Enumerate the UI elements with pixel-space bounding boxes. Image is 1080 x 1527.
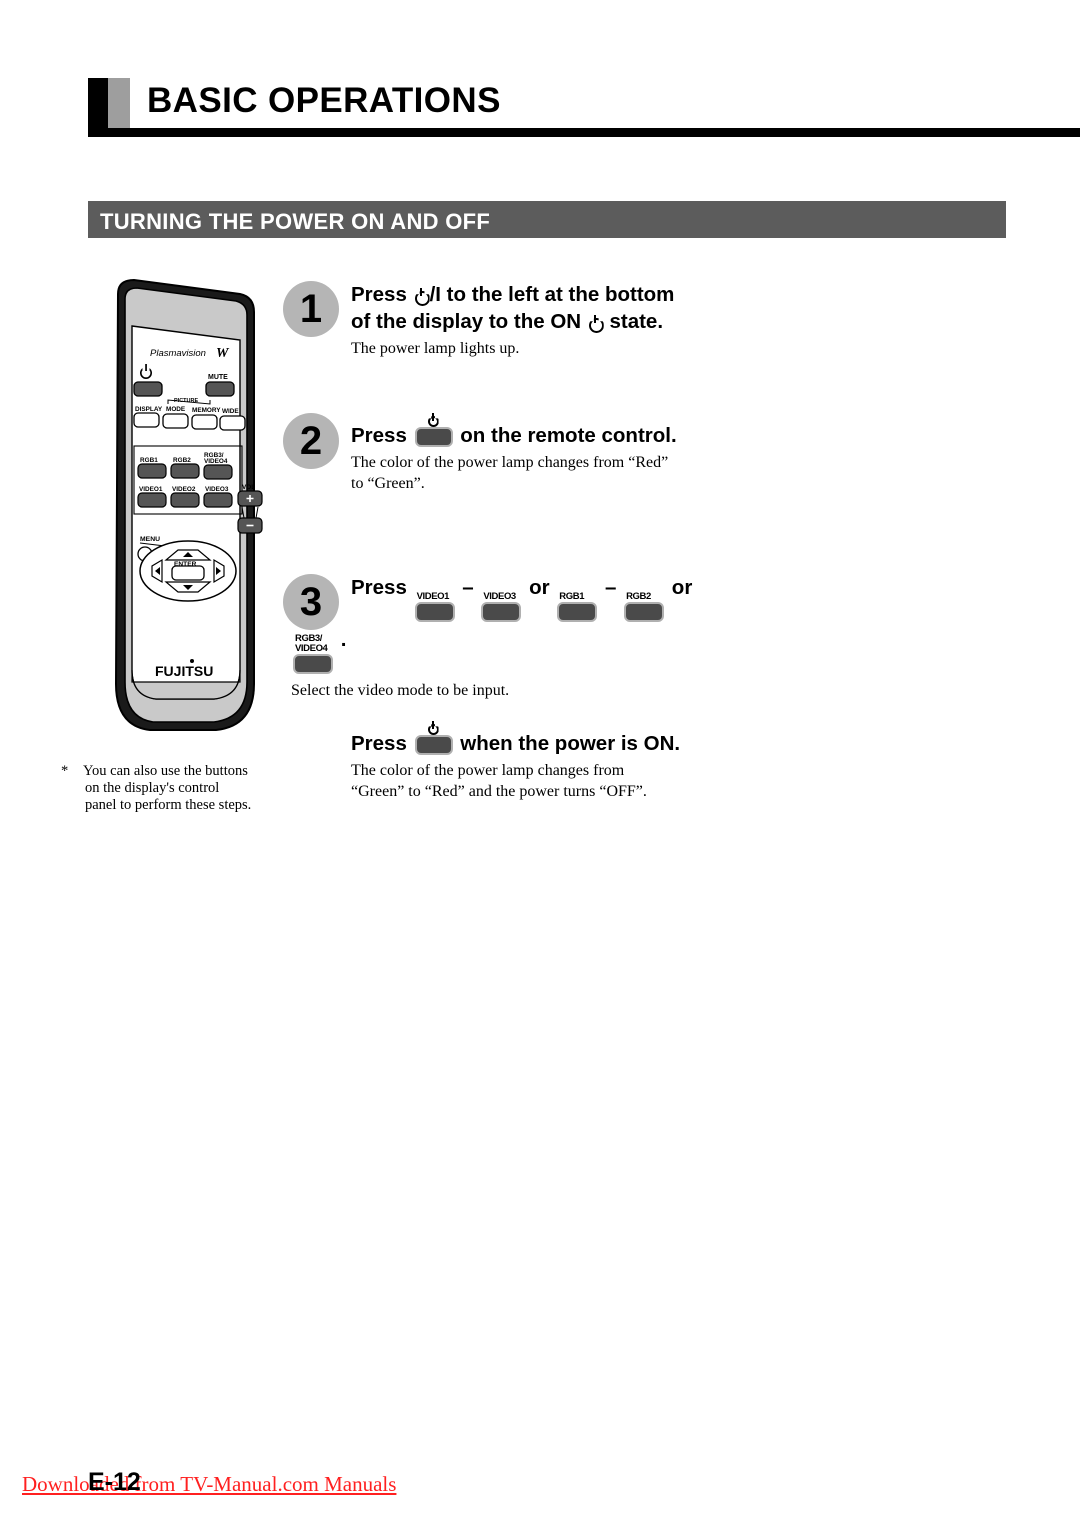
step-3-description: Select the video mode to be input.: [291, 682, 510, 699]
step-1: 1 Press /I to the left at the bottom of …: [283, 281, 1003, 391]
power-off-heading-press: Press: [351, 732, 407, 755]
header-black-tab: [88, 78, 108, 130]
step-2-description-line-2: to “Green”.: [351, 475, 425, 492]
step-3-heading-press: Press: [351, 576, 407, 599]
power-off-heading-tail: when the power is ON.: [460, 732, 681, 755]
remote-control-illustration: Plasmavision W MUTE PICTURE DISPLAY MODE…: [88, 278, 278, 738]
page-title: BASIC OPERATIONS: [147, 81, 501, 120]
keycap-shape: [414, 735, 453, 755]
remote-rgb1-key-graphic: RGB1: [557, 591, 598, 622]
power-symbol-icon: [415, 413, 453, 427]
keycap-shape: [481, 602, 522, 622]
footnote-control-panel: * You can also use the buttons on the dis…: [61, 763, 288, 814]
svg-text:VIDEO4: VIDEO4: [204, 458, 228, 465]
range-separator-2: –: [604, 576, 617, 599]
header-divider-rule: [88, 128, 1080, 137]
svg-text:WIDE: WIDE: [222, 408, 239, 415]
page-number: E-12: [88, 1468, 141, 1496]
svg-text:MUTE: MUTE: [208, 374, 228, 381]
or-word-2: or: [671, 576, 693, 599]
svg-text:W: W: [216, 346, 230, 361]
svg-text:MENU: MENU: [140, 536, 160, 543]
keycap-label: RGB2: [626, 591, 651, 602]
keycap-shape: [414, 602, 455, 622]
step-1-heading-line2a: of the display to the ON: [351, 310, 587, 333]
remote-rgb3-video4-key-graphic: RGB3/ VIDEO4: [293, 634, 333, 674]
keycap-label: RGB1: [559, 591, 585, 602]
remote-power-key-graphic: [414, 721, 453, 755]
step-2-heading: Press on the remote control.: [351, 413, 1003, 449]
footnote-line-1: You can also use the buttons: [83, 763, 248, 779]
or-word-1: or: [529, 576, 550, 599]
keycap-label-line-2: VIDEO4: [295, 643, 328, 654]
remote-brand-bottom: FUJITSU: [155, 663, 213, 679]
power-off-description-line-2: “Green” to “Red” and the power turns “OF…: [351, 783, 647, 800]
remote-video1-key-graphic: VIDEO1: [414, 591, 455, 622]
step-3: 3 Press VIDEO1 – VIDEO3 or RGB1 – RGB2 o…: [283, 574, 1003, 701]
step-1-description: The power lamp lights up.: [351, 340, 520, 357]
step-3-heading-line2: RGB3/ VIDEO4 .: [291, 626, 1003, 674]
remote-rgb2-key-graphic: RGB2: [624, 591, 665, 622]
step-3-period: .: [340, 628, 347, 651]
footnote-line-3: panel to perform these steps.: [85, 797, 252, 813]
step-1-heading: Press /I to the left at the bottom of th…: [351, 281, 1003, 335]
section-bar: TURNING THE POWER ON AND OFF: [88, 201, 1006, 238]
step-2-heading-press: Press: [351, 424, 407, 447]
step-2: 2 Press on the remote control. The color…: [283, 413, 1003, 548]
power-off-description-line-1: The color of the power lamp changes from: [351, 762, 625, 779]
keycap-shape: [557, 602, 598, 622]
svg-text:VIDEO1: VIDEO1: [139, 486, 163, 493]
step-2-heading-tail: on the remote control.: [460, 424, 677, 447]
remote-power-key-graphic: [414, 413, 453, 447]
header-gray-tab: [108, 78, 130, 128]
power-symbol-icon: [415, 721, 453, 735]
steps-list: 1 Press /I to the left at the bottom of …: [283, 281, 1003, 802]
svg-text:MEMORY: MEMORY: [192, 407, 221, 414]
power-off-block: Press when the power is ON. The color of…: [283, 721, 1003, 802]
step-1-heading-slash: /I to the left at the bottom: [429, 283, 675, 306]
keycap-shape: [414, 427, 453, 447]
step-1-heading-line2b: state.: [603, 310, 664, 333]
step-3-badge: 3: [283, 574, 339, 630]
step-3-heading: Press VIDEO1 – VIDEO3 or RGB1 – RGB2 or: [351, 574, 1003, 622]
svg-text:VOL: VOL: [242, 484, 255, 491]
svg-text:MODE: MODE: [166, 406, 186, 413]
footnote-line-2: on the display's control: [85, 780, 220, 796]
svg-text:DISPLAY: DISPLAY: [135, 406, 163, 413]
power-symbol-icon: [588, 315, 603, 330]
svg-text:PICTURE: PICTURE: [174, 398, 198, 404]
svg-text:VIDEO3: VIDEO3: [205, 486, 229, 493]
svg-text:RGB1: RGB1: [140, 457, 158, 464]
download-watermark[interactable]: Downloaded from TV-Manual.com Manuals: [22, 1472, 396, 1497]
step-1-badge: 1: [283, 281, 339, 337]
keycap-shape: [624, 602, 665, 622]
keycap-shape: [293, 654, 333, 674]
power-symbol-icon: [414, 288, 429, 303]
remote-brand-top: Plasmavision: [150, 348, 206, 359]
range-separator-1: –: [462, 576, 474, 599]
keycap-label: VIDEO1: [416, 591, 450, 602]
step-2-description-line-1: The color of the power lamp changes from…: [351, 454, 669, 471]
step-2-description: The color of the power lamp changes from…: [351, 452, 1003, 494]
footnote-asterisk: *: [61, 763, 69, 779]
section-title: TURNING THE POWER ON AND OFF: [100, 209, 491, 234]
keycap-label: VIDEO3: [483, 591, 516, 602]
remote-video3-key-graphic: VIDEO3: [481, 591, 522, 622]
svg-text:RGB2: RGB2: [173, 457, 191, 464]
power-off-heading: Press when the power is ON.: [351, 721, 1003, 757]
power-off-description: The color of the power lamp changes from…: [351, 760, 1003, 802]
step-1-heading-part1: Press: [351, 283, 413, 306]
svg-text:VIDEO2: VIDEO2: [172, 486, 196, 493]
step-2-badge: 2: [283, 413, 339, 469]
page-header: BASIC OPERATIONS: [0, 0, 1080, 140]
